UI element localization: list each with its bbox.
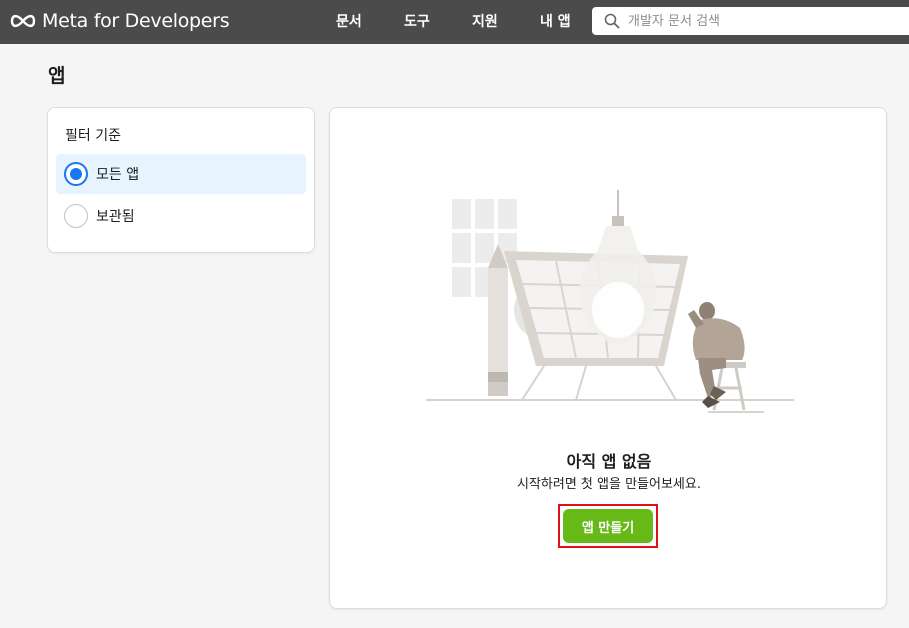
filter-option-all-apps[interactable]: 모든 앱 <box>56 154 306 194</box>
page-title: 앱 <box>48 65 66 87</box>
filter-option-label: 보관됨 <box>96 209 135 225</box>
apps-content-panel: 아직 앱 없음 시작하려면 첫 앱을 만들어보세요. 앱 만들기 <box>329 107 887 609</box>
filter-title: 필터 기준 <box>65 128 121 144</box>
radio-archived[interactable] <box>64 204 88 228</box>
empty-state-subtitle: 시작하려면 첫 앱을 만들어보세요. <box>517 477 701 492</box>
create-app-button[interactable]: 앱 만들기 <box>563 509 653 543</box>
nav-docs[interactable]: 문서 <box>336 11 362 31</box>
meta-infinity-icon <box>10 14 36 28</box>
nav-tools[interactable]: 도구 <box>404 11 430 31</box>
filter-panel: 필터 기준 모든 앱 보관됨 <box>47 107 315 253</box>
meta-for-developers-logo[interactable]: Meta for Developers <box>8 9 230 33</box>
top-navigation-bar: Meta for Developers 문서 도구 지원 내 앱 <box>0 0 909 44</box>
filter-option-label: 모든 앱 <box>96 167 140 183</box>
search-input[interactable] <box>628 10 908 32</box>
radio-all-apps[interactable] <box>64 162 88 186</box>
brand-name: Meta for Developers <box>42 10 230 32</box>
empty-state-title: 아직 앱 없음 <box>566 452 652 471</box>
create-app-highlight: 앱 만들기 <box>558 504 658 548</box>
nav-support[interactable]: 지원 <box>472 11 498 31</box>
nav-my-apps[interactable]: 내 앱 <box>540 11 571 31</box>
search-box[interactable] <box>592 7 909 35</box>
empty-state-illustration <box>426 190 794 413</box>
search-icon <box>604 13 620 29</box>
filter-option-archived[interactable]: 보관됨 <box>56 196 306 236</box>
